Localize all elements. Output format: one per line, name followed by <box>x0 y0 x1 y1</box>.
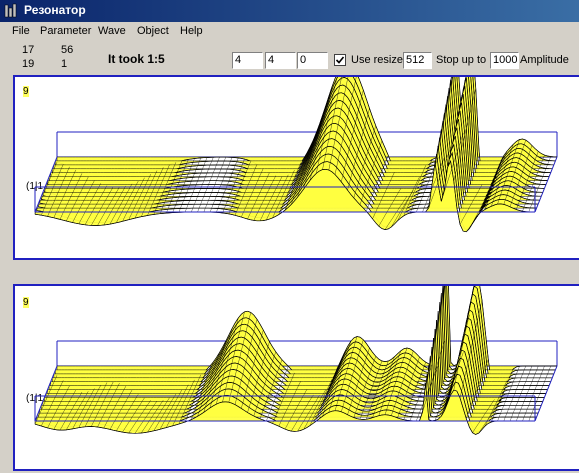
counter-row1-col2: 56 <box>61 44 74 56</box>
param-a-input[interactable]: 4 <box>232 52 263 69</box>
checkmark-icon <box>335 56 345 64</box>
counter-row2-col2: 1 <box>61 58 68 70</box>
elapsed-time-label: It took 1:5 <box>108 52 165 66</box>
use-resize-checkbox[interactable] <box>334 54 346 66</box>
window-title: Резонатор <box>24 3 86 17</box>
amplitude-label: Amplitude <box>520 54 569 66</box>
stop-input[interactable]: 1000 <box>490 52 519 69</box>
use-resize-label: Use resize <box>351 54 403 66</box>
menu-help[interactable]: Help <box>180 25 203 37</box>
menu-wave[interactable]: Wave <box>98 25 126 37</box>
surface-plot-bottom <box>34 286 558 435</box>
plot-panel-top: 9 (1|1,1) <box>13 75 579 260</box>
param-b-input[interactable]: 4 <box>265 52 296 69</box>
plot-panel-bottom: 9 (1|1,1) <box>13 284 579 471</box>
menu-file[interactable]: File <box>12 25 30 37</box>
stop-up-to-label: Stop up to <box>436 54 487 66</box>
surface-plot-top <box>34 77 558 233</box>
title-bar[interactable]: Резонатор <box>0 0 579 22</box>
menu-object[interactable]: Object <box>137 25 169 37</box>
param-c-input[interactable]: 0 <box>297 52 328 69</box>
resize-input[interactable]: 512 <box>403 52 432 69</box>
app-icon <box>4 3 17 18</box>
menu-parameter[interactable]: Parameter <box>40 25 91 37</box>
menu-bar: File Parameter Wave Object Help <box>0 23 579 41</box>
counter-row2-col1: 19 <box>22 58 35 70</box>
counter-row1-col1: 17 <box>22 44 35 56</box>
